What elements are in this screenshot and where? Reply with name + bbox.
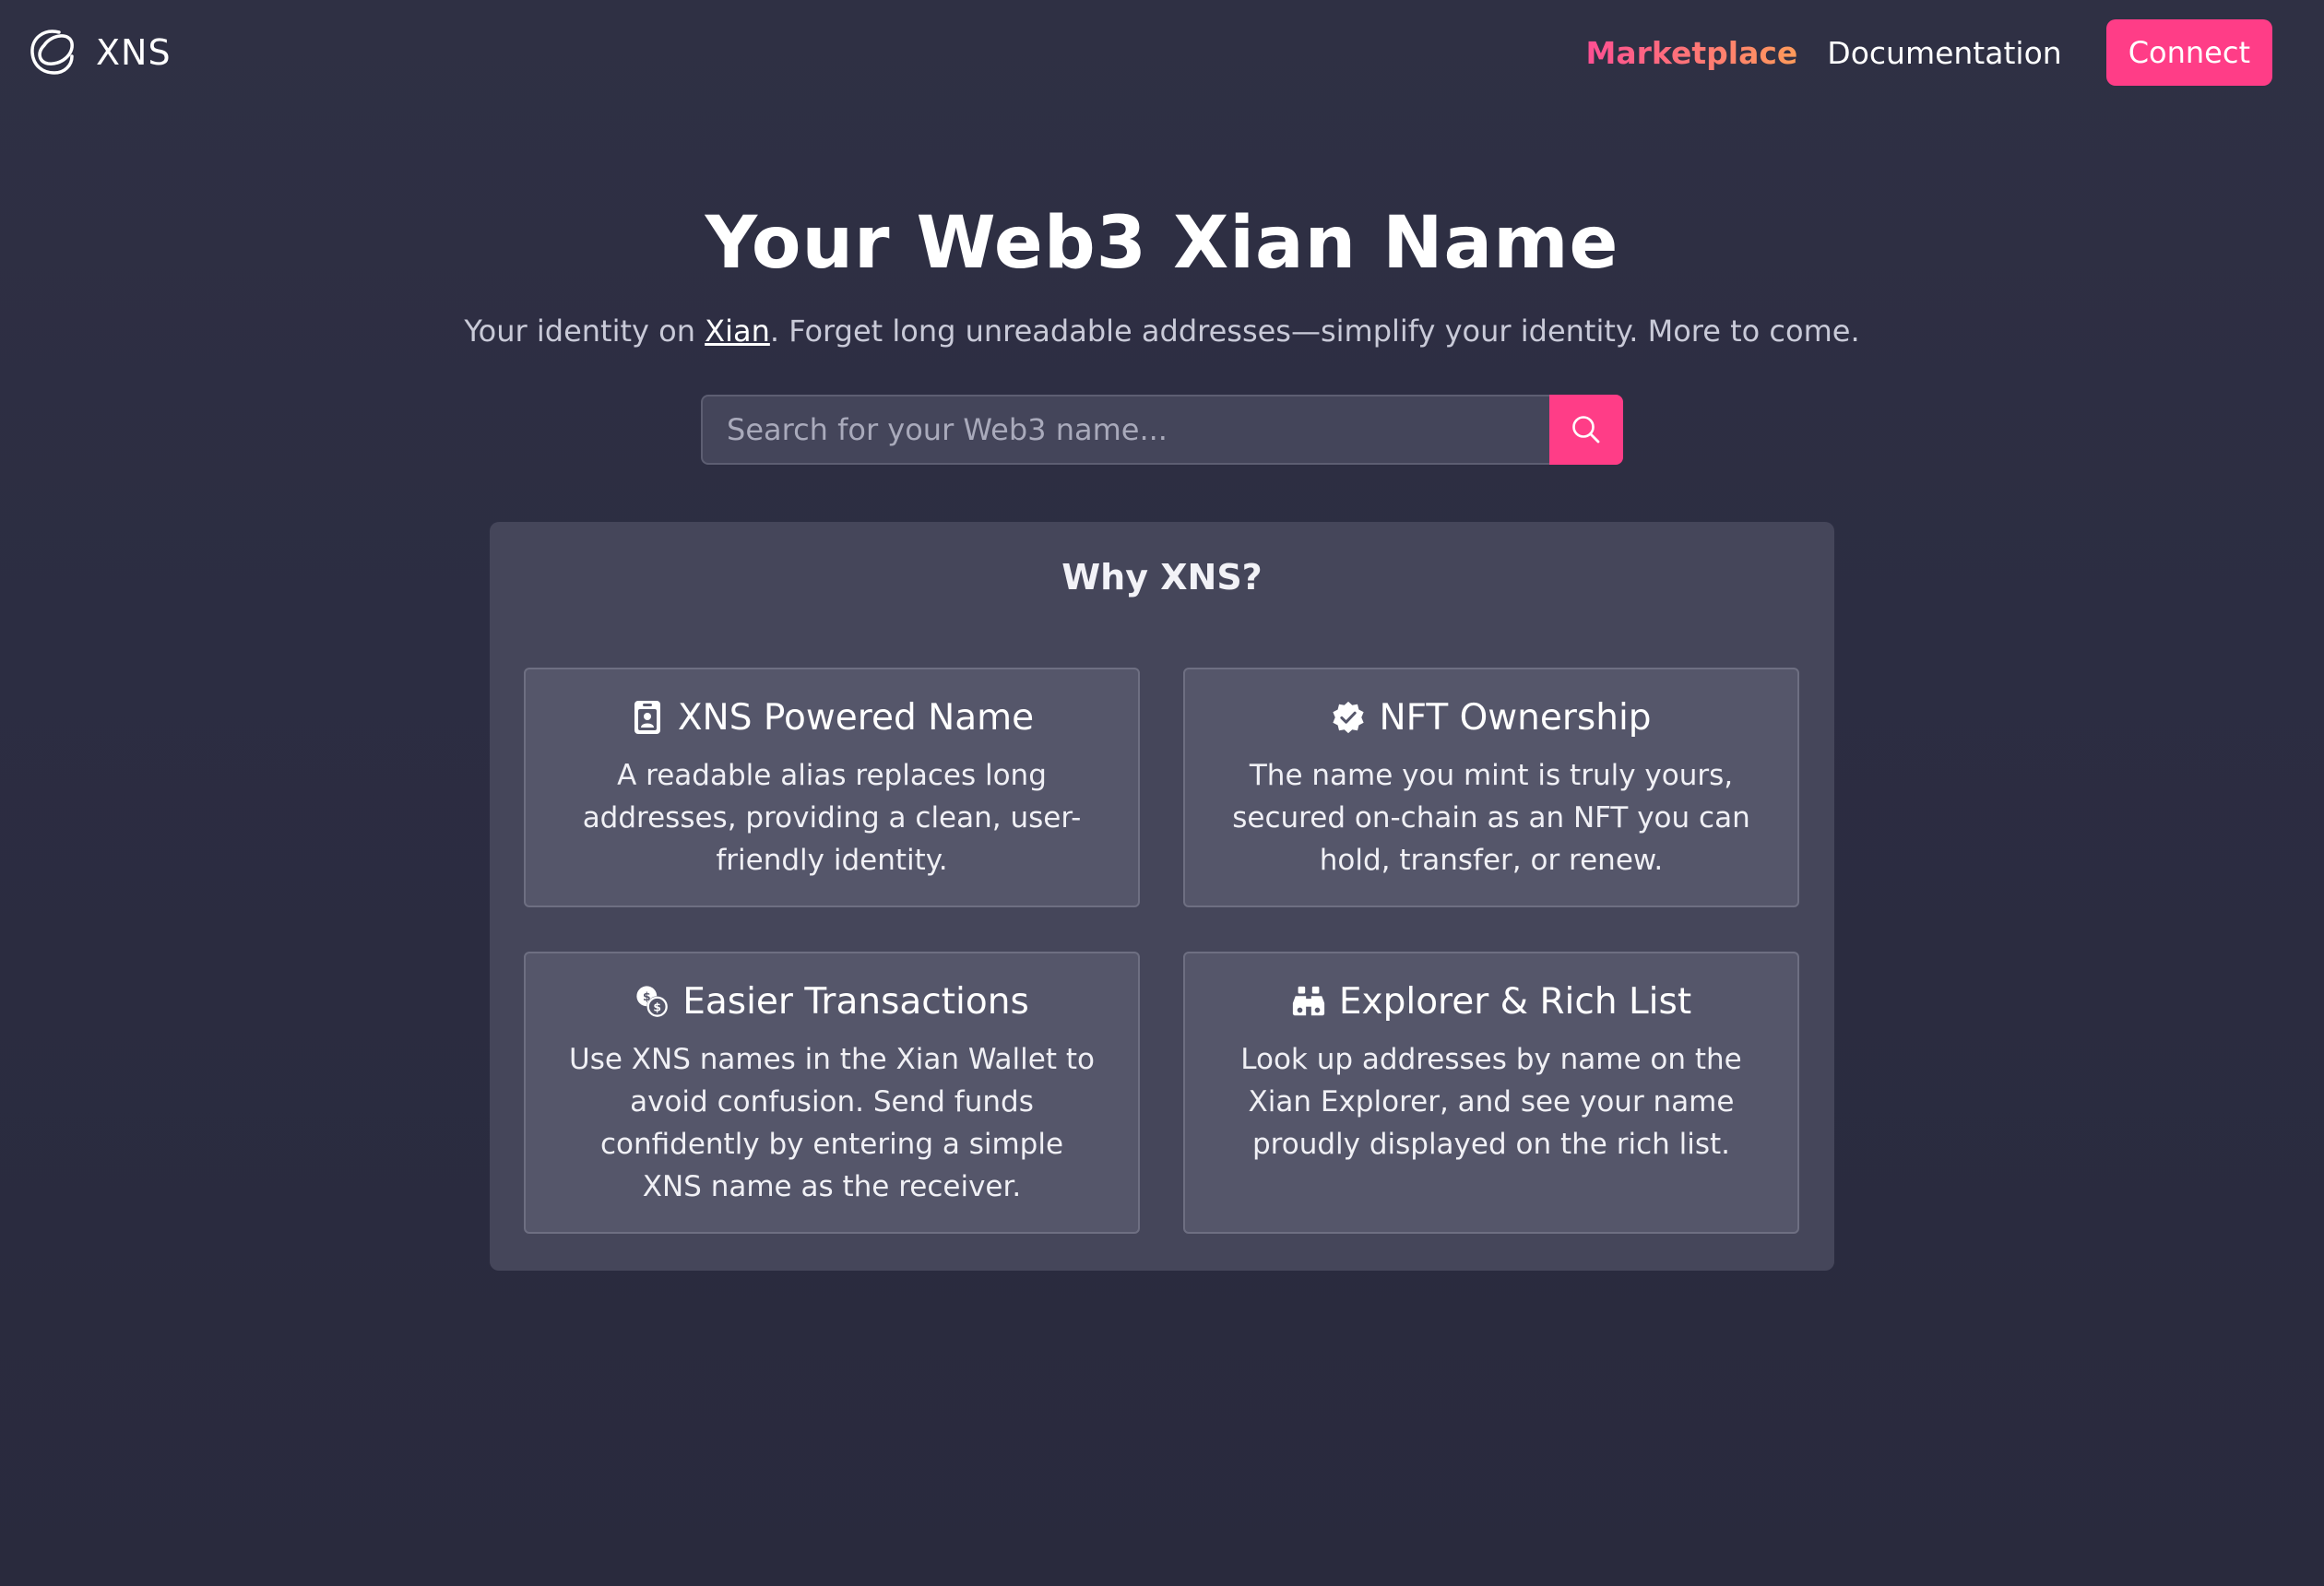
card-title: XNS Powered Name	[677, 696, 1035, 739]
svg-text:$: $	[654, 1000, 662, 1013]
feature-card-easier-transactions: $ $ Easier Transactions Use XNS names in…	[524, 952, 1140, 1234]
brand-name: XNS	[96, 32, 172, 73]
id-badge-icon	[634, 701, 660, 734]
feature-card-nft-ownership: NFT Ownership The name you mint is truly…	[1183, 668, 1799, 907]
why-xns-panel: Why XNS? XNS Powered Name A readable ali…	[490, 522, 1834, 1271]
brand[interactable]: XNS	[24, 25, 172, 80]
card-description: Use XNS names in the Xian Wallet to avoi…	[569, 1043, 1095, 1203]
search-bar	[701, 395, 1623, 465]
xns-logo-icon	[30, 30, 74, 75]
nav-link-documentation[interactable]: Documentation	[1827, 35, 2061, 71]
hero: Your Web3 Xian Name Your identity on Xia…	[0, 202, 2324, 349]
card-description: Look up addresses by name on the Xian Ex…	[1240, 1043, 1742, 1161]
search-input[interactable]	[701, 395, 1549, 465]
subtitle-suffix: . Forget long unreadable addresses—simpl…	[769, 313, 1860, 349]
subtitle-prefix: Your identity on	[464, 313, 706, 349]
card-title: Explorer & Rich List	[1338, 980, 1692, 1023]
coins-icon: $ $	[636, 986, 669, 1018]
top-navbar: XNS Marketplace Documentation Connect	[0, 0, 2324, 105]
card-title-row: $ $ Easier Transactions	[568, 977, 1096, 1025]
why-xns-title: Why XNS?	[1061, 557, 1263, 598]
card-title-row: NFT Ownership	[1227, 693, 1755, 741]
search-button[interactable]	[1549, 395, 1623, 465]
verified-badge-icon	[1333, 701, 1365, 734]
card-description: A readable alias replaces long addresses…	[582, 759, 1082, 877]
card-description: The name you mint is truly yours, secure…	[1232, 759, 1750, 877]
connect-button[interactable]: Connect	[2105, 19, 2272, 86]
card-title-row: Explorer & Rich List	[1227, 977, 1755, 1025]
search-icon	[1572, 416, 1600, 444]
feature-card-explorer-rich-list: Explorer & Rich List Look up addresses b…	[1183, 952, 1799, 1234]
hero-subtitle: Your identity on Xian. Forget long unrea…	[0, 314, 2324, 349]
feature-card-xns-powered-name: XNS Powered Name A readable alias replac…	[524, 668, 1140, 907]
nav-link-marketplace[interactable]: Marketplace	[1586, 35, 1798, 71]
card-title: NFT Ownership	[1379, 696, 1652, 739]
binoculars-icon	[1292, 986, 1324, 1016]
xian-link[interactable]: Xian	[705, 314, 770, 349]
nav-links: Marketplace Documentation Connect	[1557, 19, 2272, 86]
card-title-row: XNS Powered Name	[568, 693, 1096, 741]
card-title: Easier Transactions	[682, 980, 1029, 1023]
page-title: Your Web3 Xian Name	[705, 202, 1619, 285]
